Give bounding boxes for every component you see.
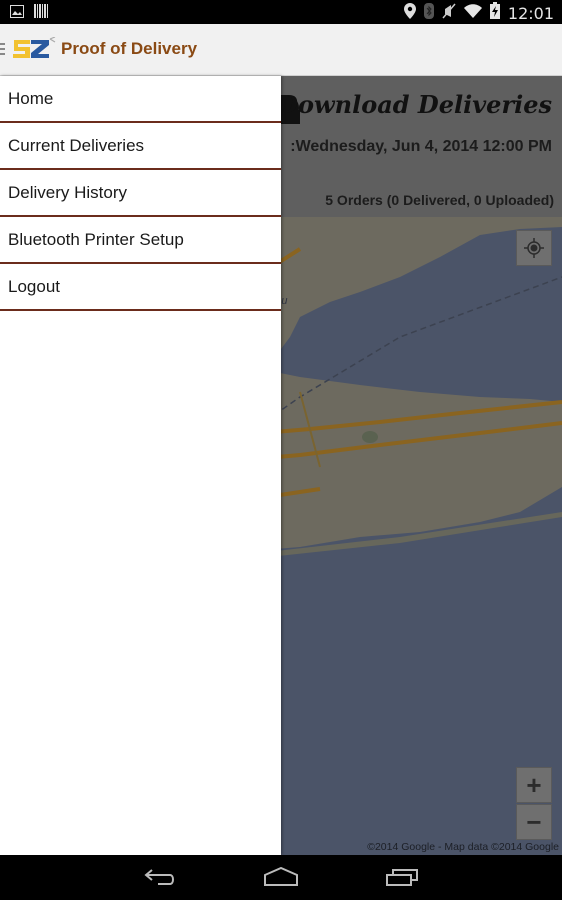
system-nav-bar <box>0 855 562 900</box>
bluetooth-icon <box>423 2 434 24</box>
drawer-item-delivery-history[interactable]: Delivery History <box>0 170 281 217</box>
map-attribution: ©2014 Google - Map data ©2014 Google <box>367 841 559 853</box>
home-icon <box>264 866 298 886</box>
app-logo[interactable] <box>12 36 58 61</box>
screen: 12:01 Proof of Delivery Download Deliver… <box>0 0 562 900</box>
download-deliveries-title: Download Deliveries <box>277 90 552 119</box>
delivery-date: :Wednesday, Jun 4, 2014 12:00 PM <box>290 138 552 155</box>
location-icon <box>403 2 416 24</box>
back-button[interactable] <box>144 867 178 892</box>
recent-apps-button[interactable] <box>385 867 419 892</box>
wifi-icon <box>463 3 482 23</box>
gallery-icon <box>10 4 24 23</box>
drawer-item-current-deliveries[interactable]: Current Deliveries <box>0 123 281 170</box>
zoom-in-button[interactable]: + <box>516 767 552 803</box>
action-bar: Proof of Delivery <box>0 24 562 76</box>
drawer-toggle-icon[interactable] <box>0 43 5 57</box>
recent-apps-icon <box>386 869 418 886</box>
status-bar: 12:01 <box>0 0 562 24</box>
muted-icon <box>442 3 456 24</box>
my-location-button[interactable] <box>516 230 552 266</box>
drawer-item-home[interactable]: Home <box>0 76 281 123</box>
clock: 12:01 <box>507 3 554 23</box>
barcode-icon <box>34 4 48 23</box>
orders-summary: 5 Orders (0 Delivered, 0 Uploaded) <box>325 192 554 208</box>
battery-charging-icon <box>489 2 500 24</box>
drawer-item-bluetooth-printer-setup[interactable]: Bluetooth Printer Setup <box>0 217 281 264</box>
drawer-item-logout[interactable]: Logout <box>0 264 281 311</box>
back-icon <box>144 869 174 885</box>
home-button[interactable] <box>263 866 299 892</box>
navigation-drawer: Home Current Deliveries Delivery History… <box>0 76 281 855</box>
zoom-out-button[interactable]: − <box>516 804 552 840</box>
crosshair-icon <box>524 238 544 258</box>
app-title: Proof of Delivery <box>61 39 198 58</box>
